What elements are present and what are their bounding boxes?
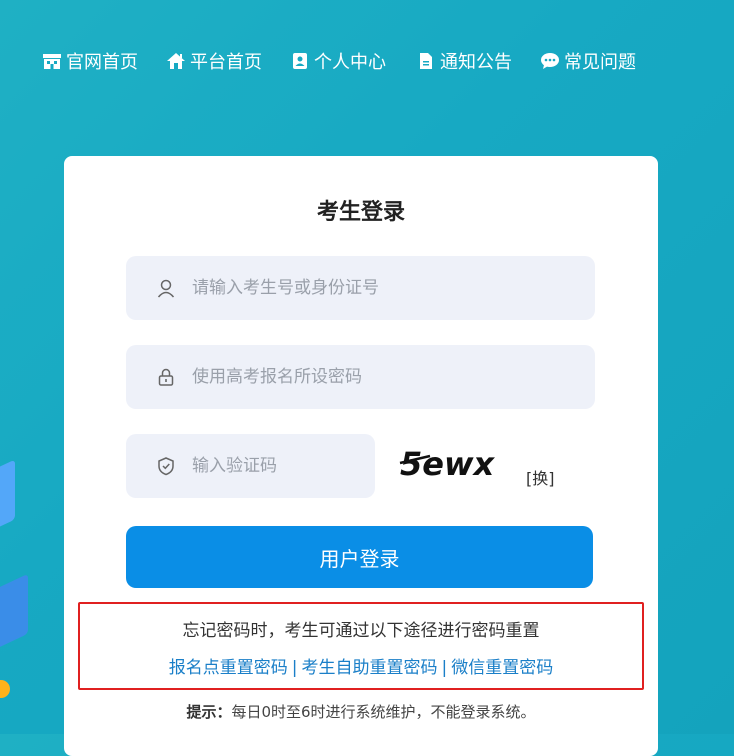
password-field-wrapper — [126, 345, 595, 409]
password-input[interactable] — [190, 366, 574, 388]
contact-card-icon — [290, 51, 310, 71]
background-decoration — [0, 573, 28, 657]
building-icon — [42, 51, 62, 71]
shield-check-icon — [156, 456, 176, 476]
nav-label: 官网首页 — [66, 52, 138, 73]
login-button[interactable]: 用户登录 — [126, 526, 593, 588]
nav-item-personal-center[interactable]: 个人中心 — [290, 48, 386, 74]
self-service-reset-link[interactable]: 考生自助重置密码 — [302, 658, 438, 678]
nav-item-notices[interactable]: 通知公告 — [416, 48, 512, 74]
reset-description: 忘记密码时，考生可通过以下途径进行密码重置 — [182, 621, 540, 641]
chat-bubble-icon — [540, 51, 560, 71]
reset-via-registration-point-link[interactable]: 报名点重置密码 — [169, 658, 288, 678]
user-icon — [156, 278, 176, 298]
background-decoration — [0, 459, 15, 541]
link-separator: | — [291, 658, 298, 678]
nav-label: 平台首页 — [190, 52, 262, 73]
reset-links: 报名点重置密码 | 考生自助重置密码 | 微信重置密码 — [80, 653, 642, 678]
captcha-text: 5ewx — [400, 445, 496, 483]
captcha-refresh-link[interactable]: [换] — [526, 465, 555, 489]
nav-item-official-home[interactable]: 官网首页 — [42, 48, 138, 74]
wechat-reset-link[interactable]: 微信重置密码 — [451, 658, 553, 678]
background-decoration — [0, 680, 10, 698]
captcha-field-wrapper — [126, 434, 375, 498]
nav-label: 个人中心 — [314, 52, 386, 73]
username-field-wrapper — [126, 256, 595, 320]
tip-text: 每日0时至6时进行系统维护，不能登录系统。 — [231, 703, 536, 721]
nav-item-faq[interactable]: 常见问题 — [540, 48, 636, 74]
login-title: 考生登录 — [316, 200, 405, 225]
document-icon — [416, 51, 436, 71]
nav-item-platform-home[interactable]: 平台首页 — [166, 48, 262, 74]
maintenance-tip: 提示：每日0时至6时进行系统维护，不能登录系统。 — [64, 701, 658, 722]
lock-icon — [156, 367, 176, 387]
link-separator: | — [441, 658, 448, 678]
username-input[interactable] — [190, 277, 574, 299]
login-card: 考生登录 5ewx [换] 用户登录 忘记密码时，考生可通过以下途径进行密码重置… — [64, 156, 658, 756]
captcha-input[interactable] — [190, 455, 354, 477]
password-reset-box: 忘记密码时，考生可通过以下途径进行密码重置 报名点重置密码 | 考生自助重置密码 | 微… — [78, 602, 644, 690]
captcha-image[interactable]: 5ewx — [398, 441, 518, 487]
nav-label: 常见问题 — [564, 52, 636, 73]
top-navigation: 官网首页 平台首页 个人中心 通知公告 常见问题 — [42, 48, 664, 74]
tip-label: 提示： — [186, 703, 232, 721]
home-icon — [166, 51, 186, 71]
nav-label: 通知公告 — [440, 52, 512, 73]
